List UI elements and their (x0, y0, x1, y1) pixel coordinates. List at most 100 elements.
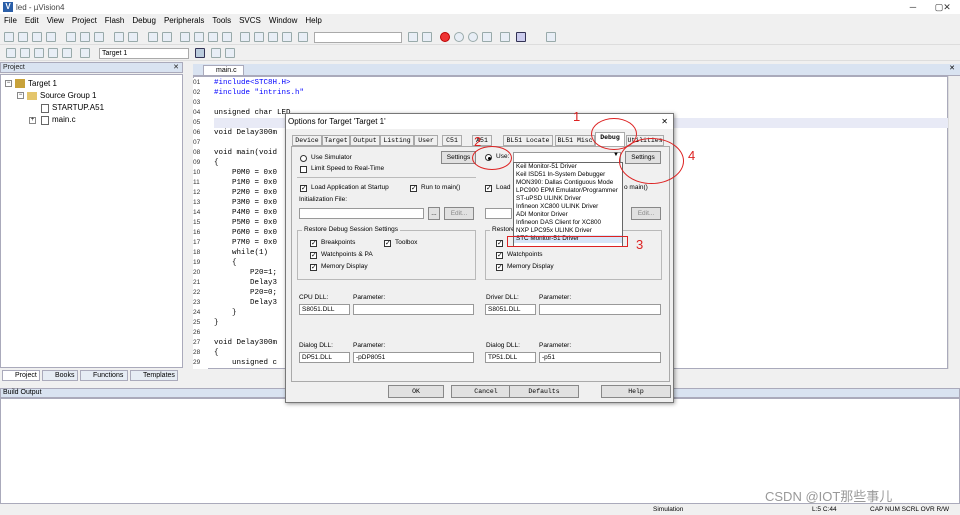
driver-option[interactable]: Keil Monitor-51 Driver (514, 163, 622, 171)
load-app-checkbox[interactable]: ✓ (300, 185, 307, 192)
uncomment-icon[interactable] (282, 32, 292, 42)
init-file-right-input[interactable] (485, 208, 512, 219)
help-button[interactable]: Help (601, 385, 671, 398)
watchpoints-right-checkbox[interactable]: ✓ (496, 252, 503, 259)
save-icon[interactable] (32, 32, 42, 42)
indent-icon[interactable] (240, 32, 250, 42)
dialog-dll-input[interactable]: DP51.DLL (299, 352, 350, 363)
chevron-down-icon[interactable]: ▼ (613, 152, 619, 158)
tab-c51[interactable]: C51 (442, 135, 462, 146)
init-file-browse-button[interactable]: ... (428, 207, 440, 220)
code-line[interactable] (214, 98, 944, 108)
init-file-right-edit-button[interactable]: Edit... (631, 207, 661, 220)
panel-close-icon[interactable]: ✕ (173, 63, 179, 73)
tab-templates[interactable]: Templates (130, 370, 178, 381)
bookmark-clear-icon[interactable] (222, 32, 232, 42)
simulator-settings-button[interactable]: Settings (441, 151, 476, 164)
tab-bl51-misc[interactable]: BL51 Misc (555, 135, 595, 146)
driver-option[interactable]: ST-uPSD ULINK Driver (514, 195, 622, 203)
memory-display-checkbox[interactable]: ✓ (310, 264, 317, 271)
breakpoint-icon[interactable] (454, 32, 464, 42)
watchpoints-pa-checkbox[interactable]: ✓ (310, 252, 317, 259)
tab-functions[interactable]: Functions (80, 370, 128, 381)
driver-param-input[interactable] (539, 304, 661, 315)
tree-main-file[interactable]: main.c (52, 115, 76, 124)
menu-edit[interactable]: Edit (21, 14, 43, 27)
menu-debug[interactable]: Debug (128, 14, 160, 27)
init-file-edit-button[interactable]: Edit... (444, 207, 474, 220)
minimize-button[interactable]: ─ (900, 0, 926, 14)
cpu-dll-input[interactable]: S8051.DLL (299, 304, 350, 315)
target-options-icon[interactable] (195, 48, 205, 58)
build-icon[interactable] (20, 48, 30, 58)
incremental-find-icon[interactable] (422, 32, 432, 42)
load-app-right-checkbox[interactable]: ✓ (485, 185, 492, 192)
editor-close-icon[interactable]: ✕ (949, 64, 955, 72)
driver-dll-input[interactable]: S8051.DLL (485, 304, 536, 315)
bookmark-next-icon[interactable] (208, 32, 218, 42)
memory-display-right-checkbox[interactable]: ✓ (496, 264, 503, 271)
new-file-icon[interactable] (4, 32, 14, 42)
toolbox-checkbox[interactable]: ✓ (384, 240, 391, 247)
window-icon[interactable] (500, 32, 510, 42)
menu-window[interactable]: Window (265, 14, 301, 27)
redo-icon[interactable] (128, 32, 138, 42)
tab-output[interactable]: Output (350, 135, 380, 146)
undo-icon[interactable] (114, 32, 124, 42)
defaults-button[interactable]: Defaults (509, 385, 579, 398)
driver-option[interactable]: LPC900 EPM Emulator/Programmer (514, 187, 622, 195)
expand-icon[interactable]: + (29, 117, 36, 124)
menu-flash[interactable]: Flash (101, 14, 129, 27)
tree-target[interactable]: Target 1 (28, 79, 57, 88)
cpu-param-input[interactable] (353, 304, 474, 315)
menu-tools[interactable]: Tools (208, 14, 235, 27)
driver-option[interactable]: Infineon DAS Client for XC800 (514, 219, 622, 227)
save-all-icon[interactable] (46, 32, 56, 42)
code-line[interactable]: #include<STC8H.H> (214, 78, 944, 88)
paste-icon[interactable] (94, 32, 104, 42)
copy-icon[interactable] (80, 32, 90, 42)
menu-project[interactable]: Project (68, 14, 101, 27)
collapse-icon[interactable]: − (5, 80, 12, 87)
dialog-param-input[interactable]: -pDP8051 (353, 352, 474, 363)
bookmark-icon[interactable] (180, 32, 190, 42)
comment-icon[interactable] (268, 32, 278, 42)
breakpoints-checkbox[interactable]: ✓ (310, 240, 317, 247)
editor-scrollbar[interactable] (948, 76, 959, 369)
tab-user[interactable]: User (414, 135, 438, 146)
use-simulator-radio[interactable] (300, 155, 307, 162)
tab-listing[interactable]: Listing (380, 135, 414, 146)
debug-start-icon[interactable] (440, 32, 450, 42)
manage-components-icon[interactable] (225, 48, 235, 58)
batch-build-icon[interactable] (48, 48, 58, 58)
nav-back-icon[interactable] (148, 32, 158, 42)
menu-svcs[interactable]: SVCS (235, 14, 265, 27)
configure-icon[interactable] (516, 32, 526, 42)
limit-speed-checkbox[interactable] (300, 166, 307, 173)
run-to-main-checkbox[interactable]: ✓ (410, 185, 417, 192)
target-select[interactable]: Target 1 (99, 48, 189, 59)
tab-target[interactable]: Target (322, 135, 350, 146)
breakpoint-disable-icon[interactable] (468, 32, 478, 42)
ok-button[interactable]: OK (388, 385, 444, 398)
unindent-icon[interactable] (254, 32, 264, 42)
download-icon[interactable] (80, 48, 90, 58)
bookmark-prev-icon[interactable] (194, 32, 204, 42)
dialog-dll-right-input[interactable]: TP51.DLL (485, 352, 536, 363)
tree-source-group[interactable]: Source Group 1 (40, 91, 96, 100)
driver-option[interactable]: ADI Monitor Driver (514, 211, 622, 219)
tree-startup-file[interactable]: STARTUP.A51 (52, 103, 104, 112)
tab-main-c[interactable]: main.c (203, 65, 244, 76)
collapse-icon[interactable]: − (17, 92, 24, 99)
menu-file[interactable]: File (0, 14, 21, 27)
driver-option[interactable]: NXP LPC95x ULINK Driver (514, 227, 622, 235)
find-combo[interactable] (314, 32, 402, 43)
tab-books[interactable]: Books (42, 370, 78, 381)
init-file-input[interactable] (299, 208, 424, 219)
dialog-param-right-input[interactable]: -p51 (539, 352, 661, 363)
driver-option[interactable]: MON390: Dallas Contiguous Mode (514, 179, 622, 187)
menu-peripherals[interactable]: Peripherals (160, 14, 208, 27)
dialog-close-icon[interactable]: ✕ (661, 114, 668, 129)
breakpoints-right-checkbox[interactable]: ✓ (496, 240, 503, 247)
find-in-files-icon[interactable] (298, 32, 308, 42)
